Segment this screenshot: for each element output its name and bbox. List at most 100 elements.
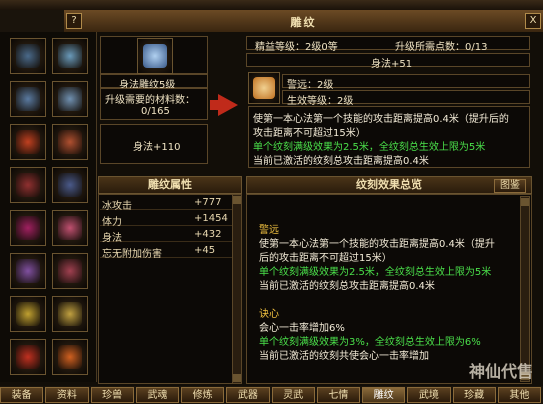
item-slot-2[interactable] [52, 38, 88, 74]
watermark-text: 神仙代售 [468, 362, 533, 381]
desc-line-1: 使第一本心法第一个技能的攻击距离提高0.4米（提升后的 [253, 114, 509, 125]
attr-row: 冰攻击 +777 [100, 196, 242, 212]
item-slot-7[interactable] [10, 167, 46, 203]
attr-key: 体力 [102, 217, 122, 228]
next-stat: 身法+51 [371, 59, 413, 70]
refine-level: 精益等级：2级0等 [255, 42, 338, 53]
s2-line-3: 当前已激活的纹刻共使会心一击率增加 [259, 351, 429, 362]
attr-key: 身法 [102, 233, 122, 244]
item-icon [58, 302, 82, 326]
s1-line-3: 单个纹刻满级效果为2.5米，全纹刻总生效上限为5米 [259, 267, 492, 278]
attr-key: 忘无附加伤害 [102, 249, 162, 260]
item-grid [0, 32, 97, 382]
attr-scrollbar[interactable] [232, 194, 242, 384]
item-icon [58, 87, 82, 111]
scroll-up-arrow-icon[interactable] [233, 196, 241, 204]
window-title: 雕纹 [290, 16, 317, 29]
s1-title: 警远 [259, 225, 279, 236]
desc-line-2: 攻击距离不可超过15米） [253, 128, 366, 139]
tab-3[interactable]: 武魂 [135, 387, 179, 403]
skill-orb-icon [253, 77, 275, 99]
item-icon [16, 130, 40, 154]
tab-5[interactable]: 武器 [226, 387, 270, 403]
tab-8[interactable]: 雕纹 [362, 387, 406, 403]
item-slot-16[interactable] [52, 339, 88, 375]
s1-line-4: 当前已激活的纹刻总攻击距离提高0.4米 [259, 281, 435, 292]
materials-box: 升级需要的材料数： 0/165 [100, 88, 208, 120]
item-slot-5[interactable] [10, 124, 46, 160]
item-icon [16, 302, 40, 326]
item-slot-1[interactable] [10, 38, 46, 74]
desc-line-4: 当前已激活的纹刻总攻击距离提高0.4米 [253, 156, 429, 167]
item-icon [16, 44, 40, 68]
overview-header: 纹刻效果总览 [246, 176, 532, 194]
codex-button[interactable]: 图鉴 [494, 179, 526, 193]
attr-key: 冰攻击 [102, 201, 132, 212]
tab-6[interactable]: 灵武 [271, 387, 315, 403]
materials-value: 0/165 [141, 106, 170, 117]
attr-header: 雕纹属性 [98, 176, 242, 194]
tab-7[interactable]: 七情 [316, 387, 360, 403]
selected-item-frame [100, 36, 208, 74]
scroll-down-arrow-icon[interactable] [233, 374, 241, 382]
item-slot-8[interactable] [52, 167, 88, 203]
overview-body: 警远 使第一本心法第一个技能的攻击距离提高0.4米（提升 后的攻击距离不可超过1… [246, 194, 532, 384]
skill-name: 警远：2级 [287, 80, 334, 91]
current-stat-box: 身法+110 [100, 124, 208, 164]
top-strip [0, 0, 543, 10]
skill-slot[interactable] [248, 72, 280, 104]
tab-2[interactable]: 珍兽 [90, 387, 134, 403]
attr-row: 体力 +1454 [100, 212, 242, 228]
s1-line-1: 使第一本心法第一个技能的攻击距离提高0.4米（提升 [259, 239, 495, 250]
upgrade-arrow-icon [218, 94, 238, 116]
item-icon [16, 87, 40, 111]
item-icon [58, 216, 82, 240]
desc-line-3: 单个纹刻满级效果为2.5米，全纹刻总生效上限为5米 [253, 142, 486, 153]
upgrade-points: 升级所需点数：0/13 [395, 42, 488, 53]
item-slot-14[interactable] [52, 296, 88, 332]
tab-4[interactable]: 修炼 [181, 387, 225, 403]
skill-name-box: 警远：2级 [282, 74, 530, 91]
item-icon [16, 173, 40, 197]
tab-0[interactable]: 装备 [0, 387, 44, 403]
effect-level-box: 生效等级：2级 [282, 90, 530, 107]
scroll-up-arrow-icon[interactable] [521, 198, 529, 206]
tab-9[interactable]: 武境 [407, 387, 451, 403]
s2-title: 诀心 [259, 309, 279, 320]
next-stat-bar: 身法+51 [246, 53, 530, 70]
effect-level: 生效等级：2级 [287, 96, 354, 107]
attr-value: +777 [194, 197, 222, 208]
window-titlebar: ? 雕纹 X [64, 10, 543, 33]
s2-line-1: 会心一击率增加6% [259, 323, 345, 334]
current-stat: 身法+110 [133, 142, 181, 153]
item-slot-9[interactable] [10, 210, 46, 246]
item-slot-6[interactable] [52, 124, 88, 160]
tab-1[interactable]: 资料 [45, 387, 89, 403]
tab-10[interactable]: 珍藏 [452, 387, 496, 403]
upgrade-desc-box: 使第一本心法第一个技能的攻击距离提高0.4米（提升后的 攻击距离不可超过15米）… [248, 106, 530, 168]
tab-11[interactable]: 其他 [497, 387, 541, 403]
refine-info-bar: 精益等级：2级0等 升级所需点数：0/13 [246, 36, 530, 53]
selected-item-slot[interactable] [137, 38, 173, 74]
attr-row: 身法 +432 [100, 228, 242, 244]
item-icon [58, 130, 82, 154]
item-icon [58, 259, 82, 283]
materials-label: 升级需要的材料数： [105, 95, 195, 106]
item-slot-3[interactable] [10, 81, 46, 117]
s1-line-2: 后的攻击距离不可超过15米） [259, 253, 392, 264]
s2-line-2: 单个纹刻满级效果为3%，全纹刻总生效上限为6% [259, 337, 481, 348]
item-slot-12[interactable] [52, 253, 88, 289]
item-icon [58, 44, 82, 68]
item-icon [16, 345, 40, 369]
item-slot-10[interactable] [52, 210, 88, 246]
item-icon [16, 259, 40, 283]
attr-row: 忘无附加伤害 +45 [100, 244, 242, 260]
item-slot-13[interactable] [10, 296, 46, 332]
item-slot-15[interactable] [10, 339, 46, 375]
close-button[interactable]: X [525, 13, 541, 29]
overview-scrollbar[interactable] [520, 196, 530, 382]
item-slot-11[interactable] [10, 253, 46, 289]
item-slot-4[interactable] [52, 81, 88, 117]
overview-title: 纹刻效果总览 [356, 178, 422, 191]
attr-value: +432 [194, 229, 222, 240]
